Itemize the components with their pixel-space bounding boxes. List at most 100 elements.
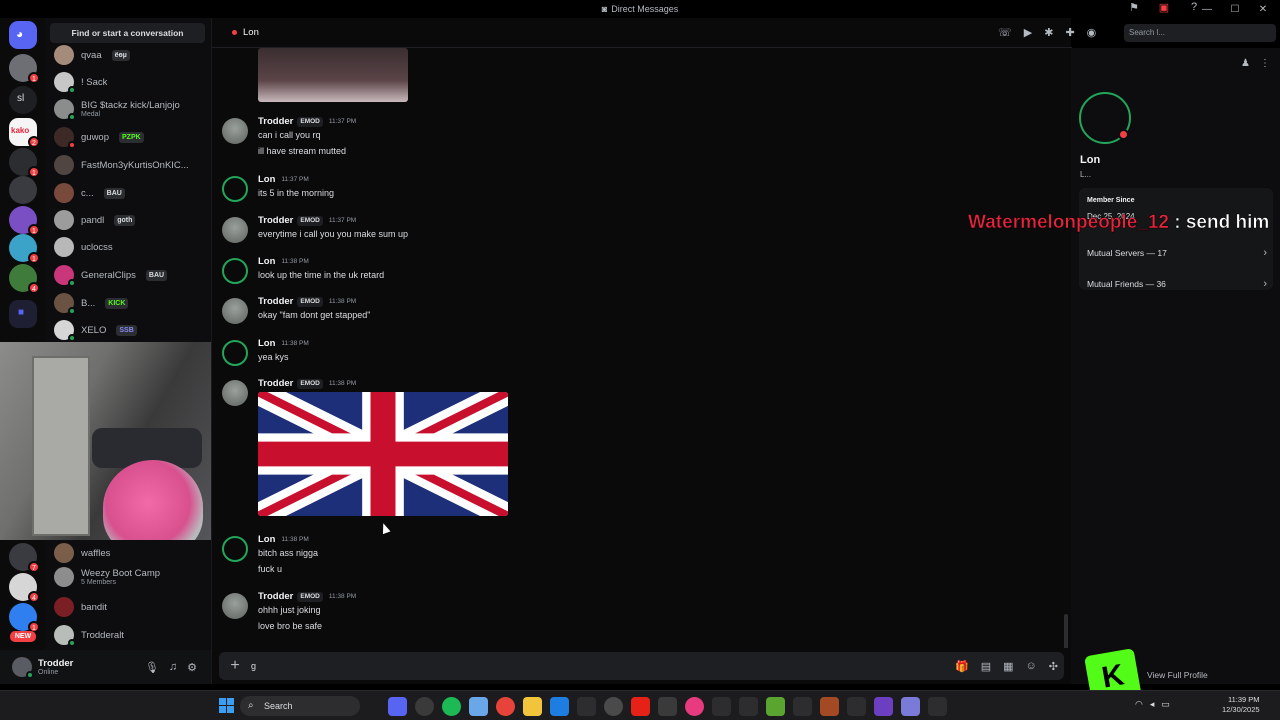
- avatar[interactable]: [222, 176, 248, 202]
- message-input[interactable]: g: [251, 661, 256, 671]
- windows-start-button[interactable]: [219, 698, 234, 713]
- add-attachment-button[interactable]: +: [219, 657, 251, 675]
- guild-icon-11[interactable]: 4: [9, 573, 40, 603]
- discord-app-icon[interactable]: [388, 697, 407, 716]
- minecraft-app-icon[interactable]: [766, 697, 785, 716]
- avatar[interactable]: [222, 298, 248, 324]
- youtube-app-icon[interactable]: [631, 697, 650, 716]
- close-button[interactable]: ✕: [1252, 4, 1274, 15]
- profile-toggle-icon[interactable]: ◉: [1087, 26, 1097, 39]
- message-author[interactable]: Lon: [258, 534, 275, 545]
- dm-item[interactable]: qvaa ёөµ: [54, 42, 209, 68]
- explorer-app-icon[interactable]: [469, 697, 488, 716]
- message-composer[interactable]: + g 🎁 ▤ ▦ ☺ ✣: [219, 652, 1064, 680]
- more-icon[interactable]: ⋮: [1260, 58, 1270, 69]
- guild-kako[interactable]: kako 2: [9, 118, 40, 148]
- inbox-icon[interactable]: ▣: [1156, 1, 1172, 15]
- dm-item[interactable]: Weezy Boot Camp 5 Members: [54, 564, 209, 590]
- dm-item[interactable]: waffles: [54, 540, 209, 566]
- message-author[interactable]: Trodder: [258, 116, 293, 127]
- dm-item[interactable]: XELO SSB: [54, 317, 209, 343]
- dm-item[interactable]: c... BAU: [54, 180, 209, 206]
- dm-item[interactable]: BIG $tackz kick/Lanjojo Medal: [54, 96, 209, 122]
- stocks-app-icon[interactable]: [577, 697, 596, 716]
- video-icon[interactable]: ▶: [1024, 26, 1032, 39]
- app-icon-19[interactable]: [874, 697, 893, 716]
- guild-icon-12[interactable]: 1: [9, 603, 40, 633]
- guild-icon-1[interactable]: 1: [9, 54, 40, 84]
- app-icon-20[interactable]: [901, 697, 920, 716]
- header-search-input[interactable]: Search l...: [1124, 24, 1276, 42]
- app-icon-11[interactable]: [658, 697, 677, 716]
- sticker-icon[interactable]: ▦: [1003, 660, 1013, 673]
- gif-icon[interactable]: ▤: [981, 660, 991, 673]
- react-app-icon[interactable]: [712, 697, 731, 716]
- app-icon-14[interactable]: [739, 697, 758, 716]
- app-icon-16[interactable]: [793, 697, 812, 716]
- dm-item[interactable]: pandl goth: [54, 207, 209, 233]
- flag-icon[interactable]: ⚑: [1126, 1, 1142, 15]
- guild-sl[interactable]: sl: [9, 86, 37, 114]
- emoji-icon[interactable]: ☺: [1026, 660, 1037, 673]
- microphone-icon[interactable]: 🎙: [145, 661, 159, 674]
- guild-icon-7[interactable]: 1: [9, 234, 40, 264]
- mutual-friends-row[interactable]: Mutual Friends — 36 ›: [1087, 273, 1267, 295]
- avatar[interactable]: [222, 593, 248, 619]
- dm-item[interactable]: guwop PZPK: [54, 124, 209, 150]
- call-icon[interactable]: ☏: [998, 26, 1012, 39]
- battery-icon[interactable]: ▭: [1161, 699, 1170, 710]
- avatar[interactable]: [222, 380, 248, 406]
- message-author[interactable]: Trodder: [258, 378, 293, 389]
- scrollbar[interactable]: [1064, 614, 1068, 648]
- message-author[interactable]: Lon: [258, 338, 275, 349]
- guild-icon-10[interactable]: 7: [9, 543, 40, 573]
- message-author[interactable]: Trodder: [258, 296, 293, 307]
- dm-item[interactable]: ! Sack: [54, 69, 209, 95]
- avatar[interactable]: [222, 340, 248, 366]
- dm-item[interactable]: uclocss: [54, 234, 209, 260]
- message-author[interactable]: Trodder: [258, 215, 293, 226]
- find-conversation-button[interactable]: Find or start a conversation: [50, 23, 205, 43]
- avatar[interactable]: [222, 118, 248, 144]
- spark-app-icon[interactable]: [604, 697, 623, 716]
- dm-item[interactable]: FastMon3yKurtisOnKIC...: [54, 152, 209, 178]
- avatar[interactable]: [222, 217, 248, 243]
- avatar[interactable]: [222, 258, 248, 284]
- wifi-icon[interactable]: ◠: [1135, 699, 1143, 710]
- spotify-app-icon[interactable]: [442, 697, 461, 716]
- headphones-icon[interactable]: ♫: [169, 661, 177, 674]
- dm-item[interactable]: GeneralClips BAU: [54, 262, 209, 288]
- view-full-profile-link[interactable]: View Full Profile: [1147, 670, 1208, 680]
- maximize-button[interactable]: ☐: [1224, 4, 1246, 15]
- taskbar-clock[interactable]: 11:39 PM 12/30/2025: [1222, 695, 1260, 715]
- profile-avatar[interactable]: [1079, 92, 1131, 144]
- chrome-app-icon[interactable]: [496, 697, 515, 716]
- edge-app-icon[interactable]: [550, 697, 569, 716]
- settings-icon[interactable]: ⚙: [187, 661, 197, 674]
- taskbar-search[interactable]: ⌕ Search: [240, 696, 360, 716]
- folder-app-icon[interactable]: [523, 697, 542, 716]
- dm-item[interactable]: B... KICK: [54, 290, 209, 316]
- message-author[interactable]: Lon: [258, 174, 275, 185]
- guild-icon-6[interactable]: 1: [9, 206, 40, 236]
- apps-icon[interactable]: ✣: [1049, 660, 1058, 673]
- obs-app-icon[interactable]: [415, 697, 434, 716]
- add-friend-icon[interactable]: ♟: [1241, 58, 1250, 69]
- app-icon-17[interactable]: [820, 697, 839, 716]
- guild-icon-8[interactable]: 4: [9, 264, 40, 294]
- media-app-icon[interactable]: [685, 697, 704, 716]
- guild-folder[interactable]: ■: [9, 300, 37, 328]
- image-attachment[interactable]: [258, 48, 408, 102]
- message-author[interactable]: Lon: [258, 256, 275, 267]
- mutual-servers-row[interactable]: Mutual Servers — 17 ›: [1087, 242, 1267, 264]
- uk-flag-image[interactable]: [258, 392, 508, 516]
- add-friend-icon[interactable]: ✚: [1065, 26, 1074, 39]
- pin-icon[interactable]: ✱: [1044, 26, 1053, 39]
- message-author[interactable]: Trodder: [258, 591, 293, 602]
- volume-icon[interactable]: ◂: [1150, 699, 1155, 710]
- guild-icon-5[interactable]: [9, 176, 37, 204]
- dm-item[interactable]: bandit: [54, 594, 209, 620]
- gift-icon[interactable]: 🎁: [955, 660, 969, 673]
- dm-item[interactable]: Trodderalt: [54, 622, 209, 648]
- avatar[interactable]: [222, 536, 248, 562]
